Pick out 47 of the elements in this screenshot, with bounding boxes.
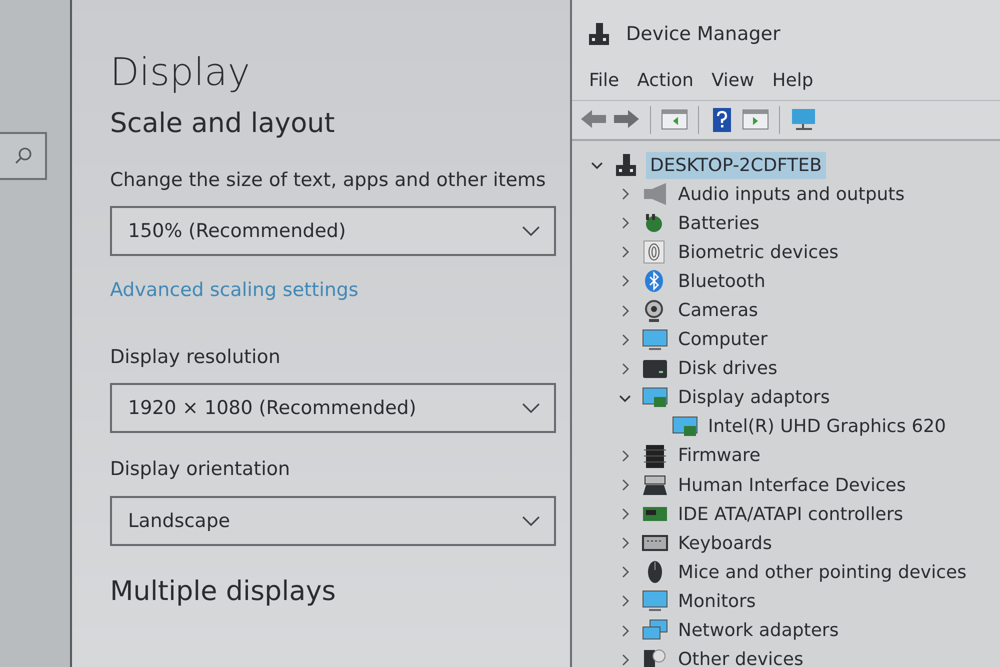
monitor-icon xyxy=(642,328,668,352)
field-label: Display orientation xyxy=(110,457,292,482)
tree-item[interactable]: Batteries xyxy=(674,210,764,237)
tree-item[interactable]: Keyboards xyxy=(674,530,776,557)
monitor-icon[interactable] xyxy=(790,107,817,132)
tree-item[interactable]: Firmware xyxy=(674,442,764,470)
menu-item[interactable]: View xyxy=(702,62,764,100)
dropdown-field[interactable]: 1920 × 1080 (Recommended) xyxy=(110,383,556,434)
window-panel-icon[interactable] xyxy=(661,107,688,132)
tree-item[interactable]: Cameras xyxy=(674,297,762,324)
field-label: Display resolution xyxy=(110,344,282,370)
chip-icon xyxy=(642,444,668,468)
chevron-down-icon xyxy=(522,516,540,526)
field-label: Change the size of text, apps and other items xyxy=(110,168,547,193)
tree-item[interactable]: Intel(R) UHD Graphics 620 xyxy=(704,413,950,440)
tree-item[interactable]: Display adaptors xyxy=(674,384,834,412)
tree-item[interactable]: Bluetooth xyxy=(674,268,770,295)
chevron-down-icon xyxy=(522,403,540,414)
dropdown-field[interactable]: Landscape xyxy=(110,496,556,546)
menu-item[interactable]: File xyxy=(580,62,628,100)
tree-item[interactable]: Audio inputs and outputs xyxy=(674,180,909,208)
menu-item[interactable]: Action xyxy=(628,62,702,100)
page-title: Display xyxy=(110,50,252,96)
search-field[interactable] xyxy=(0,132,47,180)
tree-item[interactable]: IDE ATA/ATAPI controllers xyxy=(674,500,908,528)
chevron-down-icon xyxy=(522,226,540,236)
window-title: Device Manager xyxy=(626,22,780,47)
computer-tower-icon xyxy=(588,22,610,46)
section-heading: Scale and layout xyxy=(110,108,336,140)
tree-item[interactable]: Network adapters xyxy=(674,617,843,644)
tree-item[interactable]: Monitors xyxy=(674,588,760,615)
tree-item[interactable]: Mice and other pointing devices xyxy=(674,558,970,586)
window-panel-icon[interactable] xyxy=(742,107,769,132)
dropdown-field[interactable]: 150% (Recommended) xyxy=(110,206,556,256)
tree-item[interactable]: Human Interface Devices xyxy=(674,472,910,499)
search-icon xyxy=(12,146,32,166)
speaker-icon xyxy=(642,182,668,206)
tree-item[interactable]: Other devices xyxy=(674,646,808,667)
section-heading: Multiple displays xyxy=(110,576,337,608)
display-card-icon xyxy=(672,414,698,439)
tree-item[interactable]: Computer xyxy=(674,326,772,354)
display-card-icon xyxy=(642,386,668,410)
menu-item[interactable]: Help xyxy=(763,62,822,100)
tree-item[interactable]: Disk drives xyxy=(674,355,782,382)
tree-item[interactable]: Biometric devices xyxy=(674,238,843,266)
monitor-icon xyxy=(642,589,668,614)
tree-item[interactable]: DESKTOP-2CDFTEB xyxy=(646,152,826,179)
